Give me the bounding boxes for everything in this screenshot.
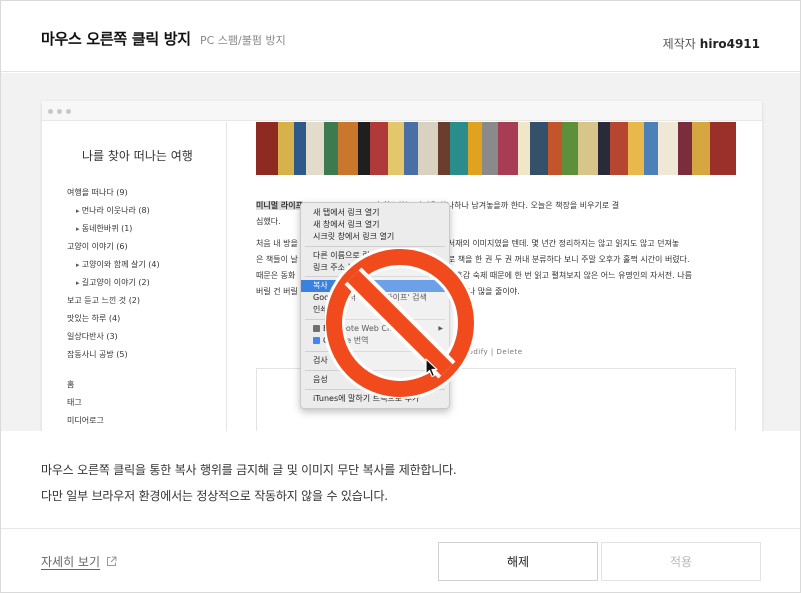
context-menu-item: 시크릿 창에서 링크 열기 [313, 232, 395, 241]
blog-sidebar: 나를 찾아 떠나는 여행 여행을 떠나다 (9) 먼나라 이웃나라 (8) 동네… [42, 122, 227, 431]
blog-title: 나를 찾아 떠나는 여행 [82, 149, 193, 163]
google-translate-icon [313, 337, 320, 344]
context-menu-item: 새 창에서 링크 열기 [313, 220, 380, 229]
plugin-dialog: 마우스 오른쪽 클릭 방지 PC 스팸/불펌 방지 제작자 hiro4911 나를… [0, 0, 801, 593]
apply-button[interactable]: 적용 [601, 542, 761, 581]
category-item: 여행을 떠나다 (9) [67, 188, 128, 197]
external-link-icon [107, 556, 117, 566]
mouse-pointer-icon [425, 358, 438, 378]
plugin-description: 마우스 오른쪽 클릭을 통한 복사 행위를 금지해 글 및 이미지 무단 복사를… [41, 457, 457, 509]
category-item: 고양이와 함께 살기 (4) [67, 260, 160, 278]
author-name: hiro4911 [699, 37, 760, 51]
context-menu-item: 새 탭에서 링크 열기 [313, 208, 380, 217]
category-item: 일상다반사 (3) [67, 332, 118, 341]
author-label: 제작자 [662, 37, 696, 51]
category-item: 보고 듣고 느낀 것 (2) [67, 296, 141, 305]
window-dot-icon [57, 109, 62, 114]
category-item: 맛있는 하루 (4) [67, 314, 121, 323]
description-line-1: 마우스 오른쪽 클릭을 통한 복사 행위를 금지해 글 및 이미지 무단 복사를… [41, 463, 457, 477]
category-item: 고양이 이야기 (6) [67, 242, 128, 251]
context-menu-separator [305, 246, 445, 247]
category-list: 여행을 떠나다 (9) 먼나라 이웃나라 (8) 동네한바퀴 (1) 고양이 이… [67, 188, 160, 431]
selected-text: 미니멀 라이프 [256, 201, 303, 210]
plugin-category: PC 스팸/불펌 방지 [200, 34, 286, 47]
browser-titlebar [42, 101, 762, 121]
preview-area: 나를 찾아 떠나는 여행 여행을 떠나다 (9) 먼나라 이웃나라 (8) 동네… [1, 73, 800, 431]
category-item: 먼나라 이웃나라 (8) [67, 206, 160, 224]
evernote-icon [313, 325, 320, 332]
category-item: 동네한바퀴 (1) [67, 224, 160, 242]
dialog-footer: 자세히 보기 해제 적용 [1, 528, 800, 592]
release-button[interactable]: 해제 [438, 542, 598, 581]
plugin-title: 마우스 오른쪽 클릭 방지 [41, 30, 191, 48]
author-info: 제작자 hiro4911 [663, 35, 760, 52]
description-line-2: 다만 일부 브라우저 환경에서는 정상적으로 작동하지 않을 수 있습니다. [41, 489, 388, 503]
category-item: 길고양이 이야기 (2) [67, 278, 160, 296]
prohibition-icon [325, 248, 475, 398]
bookshelf-image [256, 122, 736, 175]
nav-link-medialog: 미디어로그 [67, 416, 104, 425]
more-info-link[interactable]: 자세히 보기 [41, 553, 117, 570]
nav-link-tag: 태그 [67, 398, 82, 407]
dialog-header: 마우스 오른쪽 클릭 방지 PC 스팸/불펌 방지 제작자 hiro4911 [1, 1, 800, 72]
category-item: 잡동사니 공방 (5) [67, 350, 128, 359]
window-dot-icon [66, 109, 71, 114]
window-dot-icon [48, 109, 53, 114]
more-info-label: 자세히 보기 [41, 555, 101, 569]
nav-link-home: 홈 [67, 380, 75, 389]
